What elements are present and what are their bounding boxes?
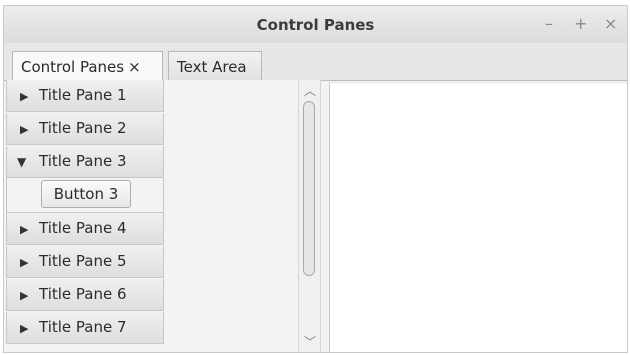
tab-label: Text Area — [177, 58, 247, 76]
maximize-button[interactable]: + — [574, 14, 587, 33]
minimize-button[interactable]: – — [545, 14, 553, 33]
chevron-down-icon[interactable]: ﹀ — [304, 333, 316, 350]
tab-label: Control Panes — [21, 58, 125, 76]
title-pane-2-header[interactable]: ▶ Title Pane 2 — [6, 113, 164, 145]
text-area[interactable] — [329, 82, 627, 352]
app-window: Control Panes – + × Control Panes × Text … — [3, 5, 628, 353]
triangle-right-icon: ▶ — [20, 223, 29, 236]
accordion: ▶ Title Pane 1 ▶ Title Pane 2 ▼ Title Pa… — [6, 80, 164, 352]
tab-control-panes[interactable]: Control Panes × — [12, 51, 163, 81]
triangle-right-icon: ▶ — [20, 256, 29, 269]
triangle-right-icon: ▶ — [20, 289, 29, 302]
close-window-button[interactable]: × — [604, 14, 617, 33]
triangle-down-icon: ▼ — [17, 155, 27, 169]
title-pane-1-header[interactable]: ▶ Title Pane 1 — [6, 80, 164, 112]
chevron-up-icon[interactable]: ︿ — [304, 82, 316, 99]
title-pane-label: Title Pane 5 — [39, 252, 127, 270]
window-title: Control Panes — [256, 16, 375, 34]
title-pane-3-header[interactable]: ▼ Title Pane 3 — [6, 146, 164, 178]
scrollbar-thumb[interactable] — [303, 101, 315, 276]
title-pane-label: Title Pane 7 — [39, 318, 127, 336]
vertical-scrollbar[interactable]: ︿ ﹀ — [298, 80, 321, 352]
title-pane-label: Title Pane 3 — [39, 152, 127, 170]
tab-close-icon[interactable]: × — [128, 58, 141, 76]
triangle-right-icon: ▶ — [20, 90, 29, 103]
title-pane-label: Title Pane 2 — [39, 119, 127, 137]
tab-bar: Control Panes × Text Area — [4, 43, 627, 81]
button-3[interactable]: Button 3 — [41, 180, 131, 208]
title-pane-5-header[interactable]: ▶ Title Pane 5 — [6, 246, 164, 278]
tab-text-area[interactable]: Text Area — [168, 51, 262, 80]
title-bar[interactable]: Control Panes – + × — [4, 6, 627, 44]
title-pane-label: Title Pane 1 — [39, 86, 127, 104]
tab-content: ▶ Title Pane 1 ▶ Title Pane 2 ▼ Title Pa… — [4, 80, 627, 352]
title-pane-label: Title Pane 6 — [39, 285, 127, 303]
triangle-right-icon: ▶ — [20, 322, 29, 335]
title-pane-label: Title Pane 4 — [39, 219, 127, 237]
title-pane-3-content: Button 3 — [6, 178, 164, 213]
title-pane-7-header[interactable]: ▶ Title Pane 7 — [6, 312, 164, 344]
triangle-right-icon: ▶ — [20, 123, 29, 136]
scroll-area — [164, 80, 298, 352]
title-pane-6-header[interactable]: ▶ Title Pane 6 — [6, 279, 164, 311]
title-pane-4-header[interactable]: ▶ Title Pane 4 — [6, 213, 164, 245]
